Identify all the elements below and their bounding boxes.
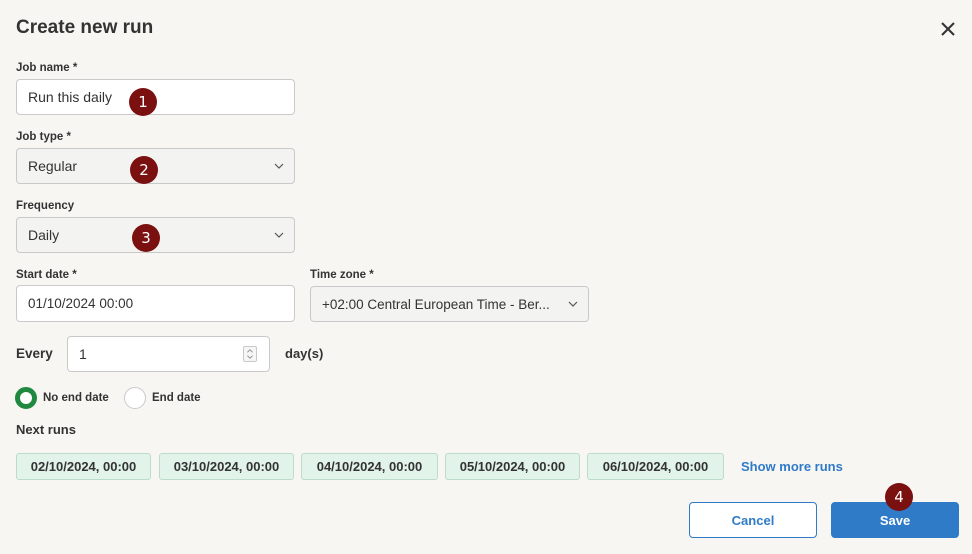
next-runs-label: Next runs xyxy=(16,422,76,437)
end-date-radio[interactable] xyxy=(124,387,146,409)
number-spinner-icon[interactable] xyxy=(243,346,257,362)
cancel-button[interactable]: Cancel xyxy=(689,502,817,538)
start-date-input[interactable]: 01/10/2024 00:00 xyxy=(16,285,295,322)
next-run-chip: 06/10/2024, 00:00 xyxy=(587,453,724,480)
frequency-value: Daily xyxy=(28,227,60,243)
every-label: Every xyxy=(16,346,53,361)
every-value: 1 xyxy=(79,346,87,362)
job-name-label: Job name * xyxy=(16,62,78,74)
chevron-down-icon xyxy=(274,232,284,238)
time-zone-select[interactable]: +02:00 Central European Time - Ber... xyxy=(310,286,589,322)
close-icon[interactable] xyxy=(938,19,958,39)
no-end-date-label: No end date xyxy=(43,392,109,404)
job-type-label: Job type * xyxy=(16,131,71,143)
step-badge-2: 2 xyxy=(130,156,158,184)
next-run-chip: 03/10/2024, 00:00 xyxy=(159,453,294,480)
frequency-label: Frequency xyxy=(16,200,75,212)
next-run-chip: 05/10/2024, 00:00 xyxy=(445,453,580,480)
job-type-value: Regular xyxy=(28,158,78,174)
every-unit-label: day(s) xyxy=(285,346,324,361)
dialog-title: Create new run xyxy=(16,17,154,38)
start-date-label: Start date * xyxy=(16,269,77,281)
chevron-down-icon xyxy=(568,301,578,307)
time-zone-value: +02:00 Central European Time - Ber... xyxy=(322,296,550,312)
show-more-runs-link[interactable]: Show more runs xyxy=(741,459,843,474)
time-zone-label: Time zone * xyxy=(310,269,374,281)
start-date-value: 01/10/2024 00:00 xyxy=(28,296,134,311)
job-name-value: Run this daily xyxy=(28,89,113,105)
step-badge-3: 3 xyxy=(132,224,160,252)
next-run-chip: 04/10/2024, 00:00 xyxy=(301,453,438,480)
step-badge-1: 1 xyxy=(129,88,157,116)
every-number-input[interactable]: 1 xyxy=(67,336,270,372)
end-date-label: End date xyxy=(152,392,201,404)
no-end-date-radio[interactable] xyxy=(15,387,37,409)
chevron-down-icon xyxy=(274,163,284,169)
next-run-chip: 02/10/2024, 00:00 xyxy=(16,453,151,480)
step-badge-4: 4 xyxy=(885,483,913,511)
